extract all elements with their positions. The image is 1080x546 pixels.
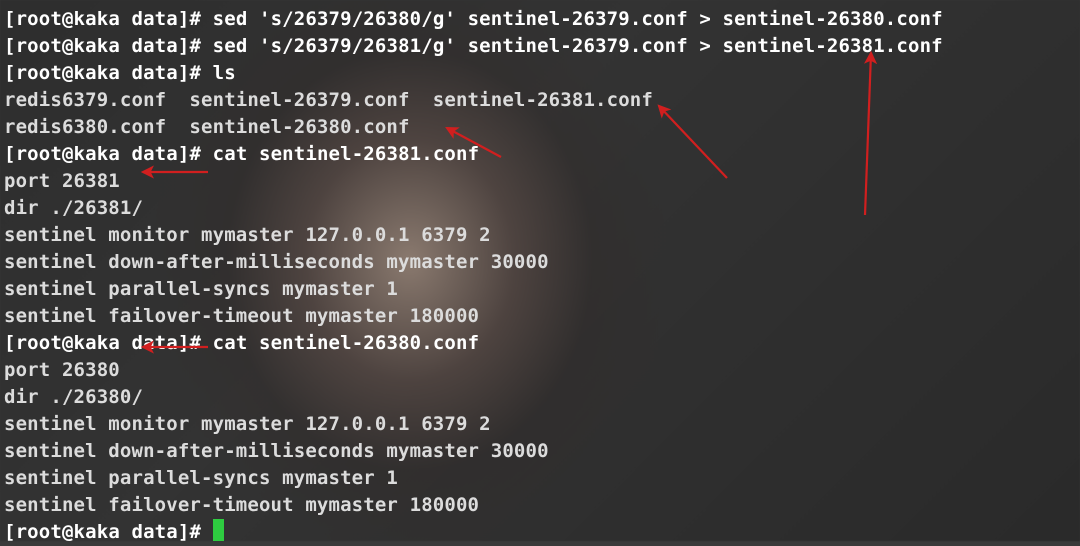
prompt-hash: #: [189, 35, 201, 57]
terminal-command-line: [root@kaka data]#: [4, 519, 943, 546]
prompt-space: [120, 332, 132, 354]
terminal-output-line: sentinel monitor mymaster 127.0.0.1 6379…: [4, 411, 943, 438]
terminal-output-line: sentinel failover-timeout mymaster 18000…: [4, 492, 943, 519]
prompt-host: kaka: [74, 521, 120, 543]
terminal-output-line: redis6380.conf sentinel-26380.conf: [4, 114, 943, 141]
prompt-open-bracket: [: [4, 521, 16, 543]
prompt-close-bracket: ]: [178, 332, 190, 354]
output-text: sentinel failover-timeout mymaster 18000…: [4, 494, 479, 516]
prompt-user: root: [16, 35, 62, 57]
command-text: sed 's/26379/26380/g' sentinel-26379.con…: [213, 8, 943, 30]
terminal-output-line: sentinel parallel-syncs mymaster 1: [4, 465, 943, 492]
prompt-close-bracket: ]: [178, 8, 190, 30]
output-text: sentinel failover-timeout mymaster 18000…: [4, 305, 479, 327]
prompt-at: @: [62, 143, 74, 165]
prompt-space: [120, 521, 132, 543]
prompt-open-bracket: [: [4, 35, 16, 57]
prompt-hash: #: [189, 332, 201, 354]
prompt-at: @: [62, 62, 74, 84]
output-text: port 26380: [4, 359, 120, 381]
command-text: cat sentinel-26380.conf: [213, 332, 480, 354]
terminal-output-line: sentinel down-after-milliseconds mymaste…: [4, 249, 943, 276]
prompt-path: data: [132, 8, 178, 30]
prompt-host: kaka: [74, 8, 120, 30]
terminal-command-line: [root@kaka data]# sed 's/26379/26381/g' …: [4, 33, 943, 60]
prompt-at: @: [62, 521, 74, 543]
terminal-output-line: sentinel failover-timeout mymaster 18000…: [4, 303, 943, 330]
command-text: sed 's/26379/26381/g' sentinel-26379.con…: [213, 35, 943, 57]
prompt-open-bracket: [: [4, 8, 16, 30]
prompt-space: [120, 62, 132, 84]
terminal-output: [root@kaka data]# sed 's/26379/26380/g' …: [4, 6, 943, 546]
prompt-at: @: [62, 332, 74, 354]
terminal-output-line: redis6379.conf sentinel-26379.conf senti…: [4, 87, 943, 114]
prompt-path: data: [132, 332, 178, 354]
output-text: sentinel parallel-syncs mymaster 1: [4, 467, 398, 489]
output-text: sentinel monitor mymaster 127.0.0.1 6379…: [4, 413, 491, 435]
terminal-command-line: [root@kaka data]# cat sentinel-26380.con…: [4, 330, 943, 357]
prompt-close-bracket: ]: [178, 521, 190, 543]
prompt-close-bracket: ]: [178, 143, 190, 165]
terminal-output-line: sentinel parallel-syncs mymaster 1: [4, 276, 943, 303]
prompt-space: [120, 35, 132, 57]
output-text: redis6379.conf sentinel-26379.conf senti…: [4, 89, 653, 111]
prompt-host: kaka: [74, 143, 120, 165]
terminal-output-line: dir ./26380/: [4, 384, 943, 411]
prompt-open-bracket: [: [4, 143, 16, 165]
prompt-at: @: [62, 8, 74, 30]
output-text: sentinel monitor mymaster 127.0.0.1 6379…: [4, 224, 491, 246]
prompt-hash: #: [189, 521, 201, 543]
terminal-output-line: dir ./26381/: [4, 195, 943, 222]
prompt-host: kaka: [74, 35, 120, 57]
output-text: redis6380.conf sentinel-26380.conf: [4, 116, 410, 138]
prompt-user: root: [16, 8, 62, 30]
prompt-host: kaka: [74, 332, 120, 354]
prompt-space: [120, 143, 132, 165]
prompt-close-bracket: ]: [178, 35, 190, 57]
terminal-command-line: [root@kaka data]# cat sentinel-26381.con…: [4, 141, 943, 168]
command-text: cat sentinel-26381.conf: [213, 143, 480, 165]
terminal-command-line: [root@kaka data]# ls: [4, 60, 943, 87]
prompt-path: data: [132, 62, 178, 84]
output-text: sentinel down-after-milliseconds mymaste…: [4, 440, 549, 462]
output-text: port 26381: [4, 170, 120, 192]
prompt-path: data: [132, 143, 178, 165]
prompt-space: [120, 8, 132, 30]
prompt-path: data: [132, 521, 178, 543]
terminal-command-line: [root@kaka data]# sed 's/26379/26380/g' …: [4, 6, 943, 33]
command-text: ls: [213, 62, 236, 84]
prompt-close-bracket: ]: [178, 62, 190, 84]
output-text: sentinel down-after-milliseconds mymaste…: [4, 251, 549, 273]
prompt-host: kaka: [74, 62, 120, 84]
terminal-output-line: port 26381: [4, 168, 943, 195]
terminal-output-line: port 26380: [4, 357, 943, 384]
cursor-icon: [213, 519, 224, 541]
prompt-hash: #: [189, 143, 201, 165]
prompt-open-bracket: [: [4, 62, 16, 84]
prompt-open-bracket: [: [4, 332, 16, 354]
output-text: sentinel parallel-syncs mymaster 1: [4, 278, 398, 300]
prompt-user: root: [16, 62, 62, 84]
prompt-user: root: [16, 521, 62, 543]
terminal-output-line: sentinel down-after-milliseconds mymaste…: [4, 438, 943, 465]
prompt-path: data: [132, 35, 178, 57]
terminal-output-line: sentinel monitor mymaster 127.0.0.1 6379…: [4, 222, 943, 249]
prompt-user: root: [16, 332, 62, 354]
output-text: dir ./26381/: [4, 197, 143, 219]
prompt-hash: #: [189, 8, 201, 30]
prompt-user: root: [16, 143, 62, 165]
prompt-at: @: [62, 35, 74, 57]
prompt-hash: #: [189, 62, 201, 84]
output-text: dir ./26380/: [4, 386, 143, 408]
